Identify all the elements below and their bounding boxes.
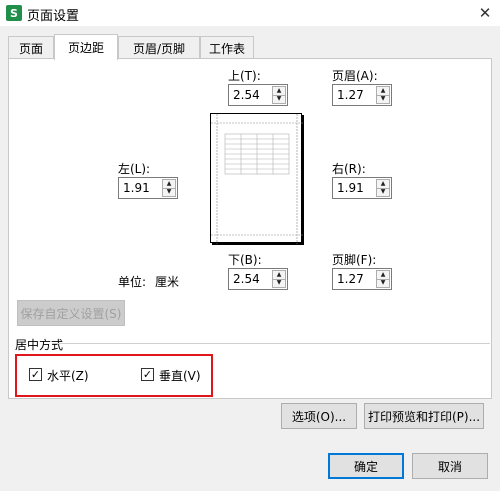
bottom-margin-stepper[interactable]: 2.54 ▲ ▼ — [228, 268, 288, 290]
group-divider — [52, 343, 490, 344]
arrow-up-icon[interactable]: ▲ — [377, 180, 389, 188]
header-margin-value[interactable]: 1.27 — [337, 88, 364, 102]
footer-margin-value[interactable]: 1.27 — [337, 272, 364, 286]
tab-page[interactable]: 页面 — [8, 36, 54, 59]
top-margin-stepper[interactable]: 2.54 ▲ ▼ — [228, 84, 288, 106]
header-margin-arrows[interactable]: ▲ ▼ — [376, 86, 390, 104]
bottom-margin-value[interactable]: 2.54 — [233, 272, 260, 286]
right-margin-label: 右(R): — [332, 162, 366, 176]
close-icon: ✕ — [478, 4, 492, 22]
ok-button[interactable]: 确定 — [328, 453, 404, 479]
center-group-label: 居中方式 — [15, 338, 64, 352]
tab-margins[interactable]: 页边距 — [54, 34, 118, 60]
right-margin-arrows[interactable]: ▲ ▼ — [376, 179, 390, 197]
save-custom-settings-button[interactable]: 保存自定义设置(S) — [17, 300, 125, 326]
footer-margin-arrows[interactable]: ▲ ▼ — [376, 270, 390, 288]
arrow-up-icon[interactable]: ▲ — [377, 87, 389, 95]
arrow-down-icon[interactable]: ▼ — [163, 188, 175, 196]
right-margin-value[interactable]: 1.91 — [337, 181, 364, 195]
close-button[interactable]: ✕ — [470, 0, 500, 26]
arrow-down-icon[interactable]: ▼ — [377, 95, 389, 103]
header-margin-label: 页眉(A): — [332, 69, 378, 83]
left-margin-stepper[interactable]: 1.91 ▲ ▼ — [118, 177, 178, 199]
arrow-up-icon[interactable]: ▲ — [163, 180, 175, 188]
options-button[interactable]: 选项(O)... — [281, 403, 357, 429]
arrow-down-icon[interactable]: ▼ — [377, 279, 389, 287]
bottom-margin-arrows[interactable]: ▲ ▼ — [272, 270, 286, 288]
title-bar: S 页面设置 ✕ — [0, 0, 500, 26]
print-preview-button[interactable]: 打印预览和打印(P)... — [364, 403, 484, 429]
bottom-margin-label: 下(B): — [228, 253, 262, 267]
window-title: 页面设置 — [27, 9, 80, 24]
right-margin-stepper[interactable]: 1.91 ▲ ▼ — [332, 177, 392, 199]
page-preview — [210, 113, 303, 244]
footer-margin-label: 页脚(F): — [332, 253, 377, 267]
unit-value: 厘米 — [155, 275, 180, 289]
header-margin-stepper[interactable]: 1.27 ▲ ▼ — [332, 84, 392, 106]
cancel-button[interactable]: 取消 — [412, 453, 488, 479]
arrow-up-icon[interactable]: ▲ — [377, 271, 389, 279]
margins-panel: 上(T): 2.54 ▲ ▼ 页眉(A): 1.27 ▲ ▼ 左(L): 1.9… — [8, 58, 492, 399]
arrow-down-icon[interactable]: ▼ — [377, 188, 389, 196]
top-margin-arrows[interactable]: ▲ ▼ — [272, 86, 286, 104]
arrow-up-icon[interactable]: ▲ — [273, 271, 285, 279]
arrow-up-icon[interactable]: ▲ — [273, 87, 285, 95]
footer-margin-stepper[interactable]: 1.27 ▲ ▼ — [332, 268, 392, 290]
top-margin-value[interactable]: 2.54 — [233, 88, 260, 102]
app-icon: S — [6, 5, 22, 21]
tab-header-footer[interactable]: 页眉/页脚 — [118, 36, 200, 59]
left-margin-value[interactable]: 1.91 — [123, 181, 150, 195]
left-margin-label: 左(L): — [118, 162, 151, 176]
arrow-down-icon[interactable]: ▼ — [273, 95, 285, 103]
tab-worksheet[interactable]: 工作表 — [200, 36, 254, 59]
page-preview-graphic — [211, 114, 303, 244]
arrow-down-icon[interactable]: ▼ — [273, 279, 285, 287]
top-margin-label: 上(T): — [228, 69, 261, 83]
highlight-box — [15, 354, 213, 397]
left-margin-arrows[interactable]: ▲ ▼ — [162, 179, 176, 197]
unit-label: 单位: — [118, 275, 147, 289]
